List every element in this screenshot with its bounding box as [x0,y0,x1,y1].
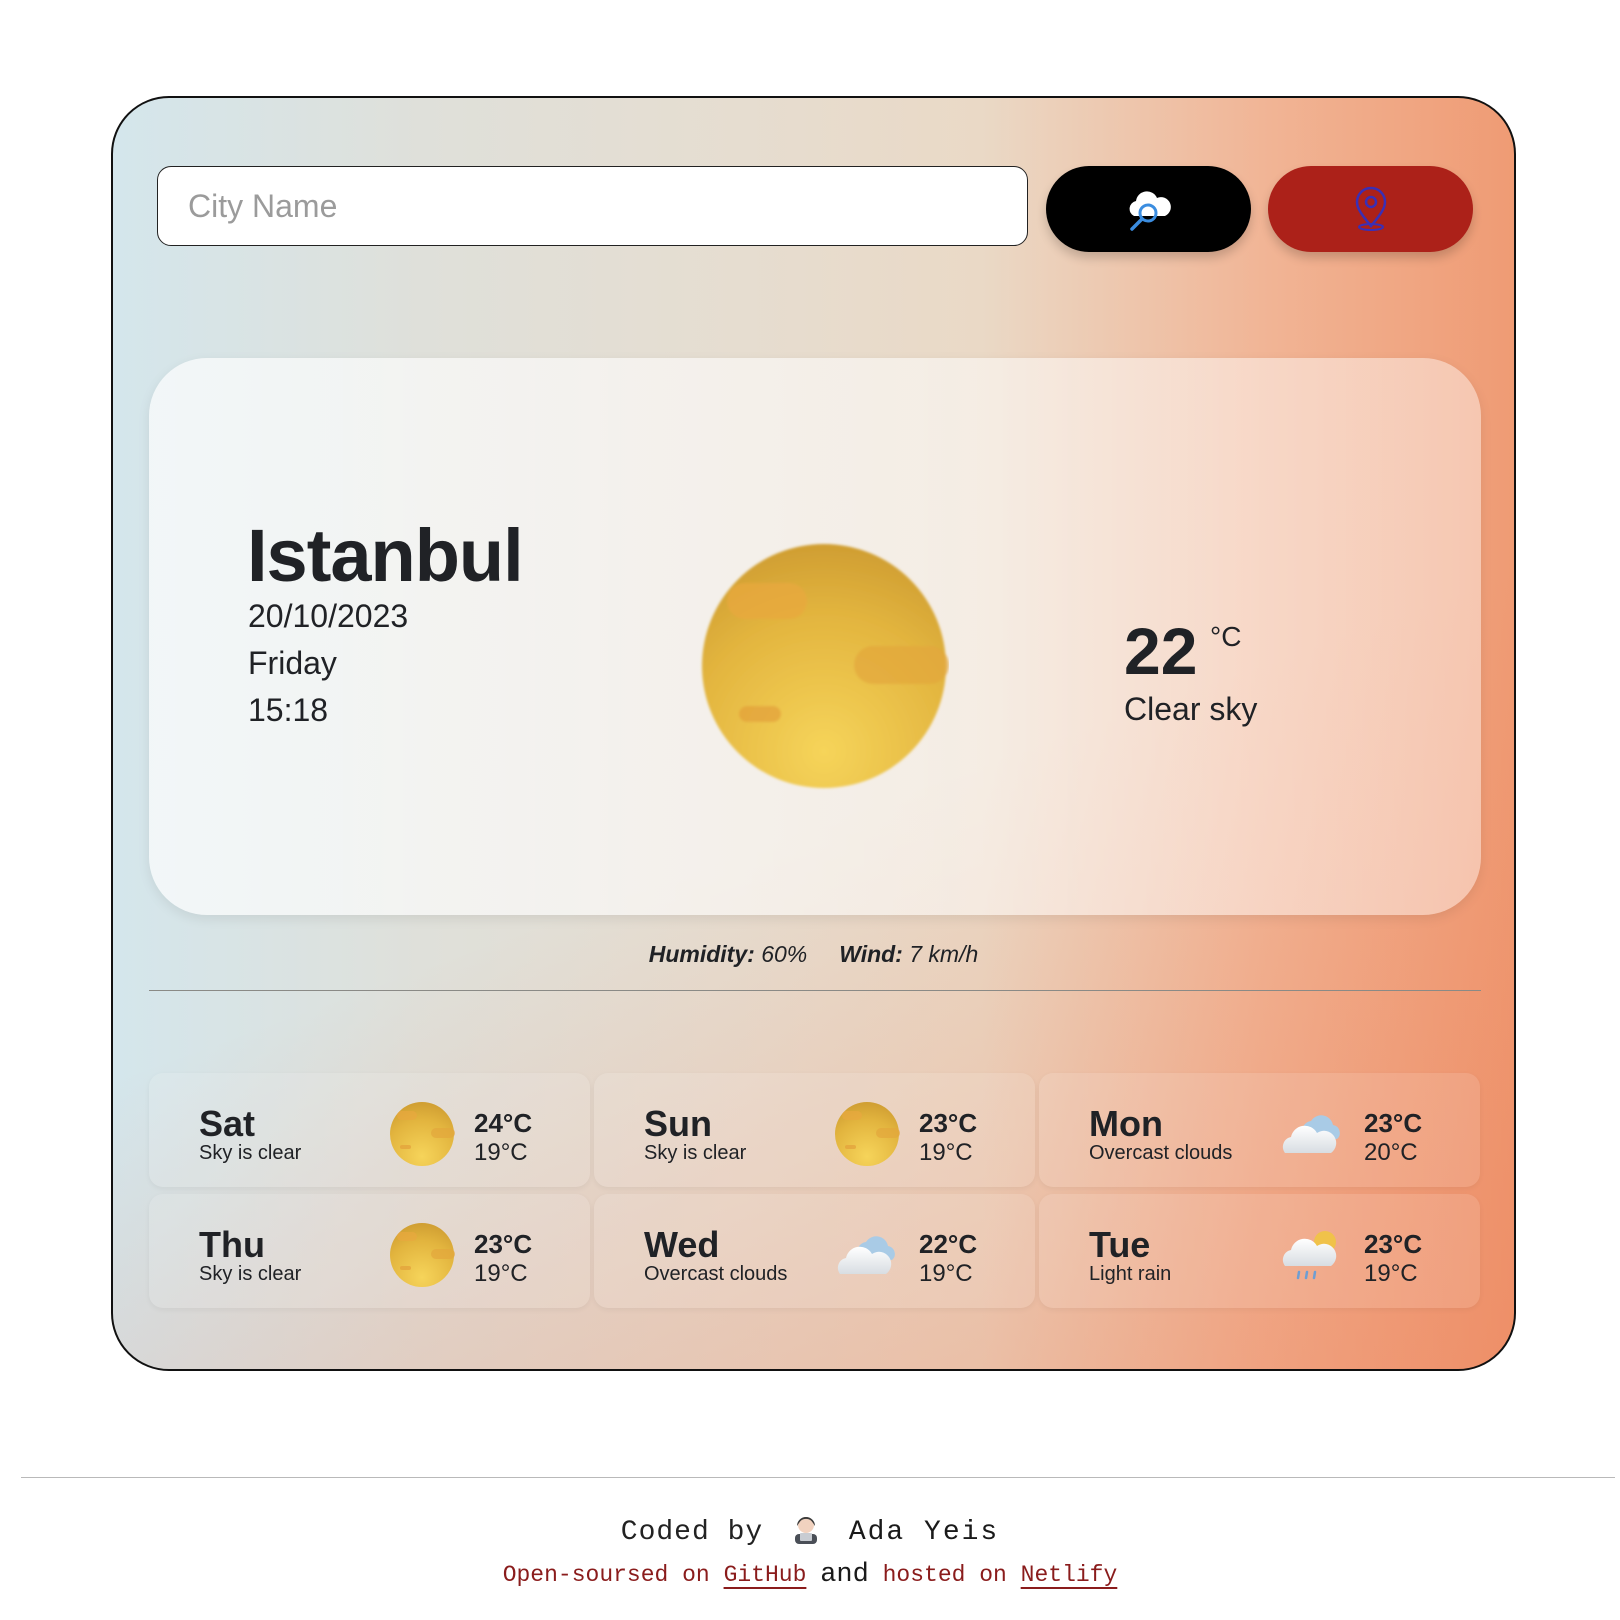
forecast-low: 19°C [474,1139,528,1166]
sun-icon [390,1102,455,1166]
open-sourced-label: Open-soursed on [502,1562,710,1588]
current-date: 20/10/2023 [248,598,409,634]
cloud-search-icon [1129,191,1171,231]
forecast-card: Thu Sky is clear 23°C 19°C [149,1194,590,1308]
current-condition: Clear sky [1124,691,1258,727]
humidity-value: 60% [761,941,808,967]
map-pin-icon [1355,186,1386,231]
weather-app-card: Istanbul 20/10/2023 Friday 15:18 22 °C C… [111,96,1516,1371]
forecast-low: 19°C [1364,1260,1418,1287]
forecast-description: Sky is clear [644,1142,747,1164]
section-divider [149,990,1481,991]
forecast-description: Overcast clouds [1089,1142,1233,1164]
netlify-link[interactable]: Netlify [1021,1562,1118,1588]
sun-icon [835,1102,900,1166]
humidity-label: Humidity: [648,941,755,967]
forecast-low: 20°C [1364,1139,1418,1166]
coded-by-label: Coded by [620,1517,764,1548]
current-temperature: 22 [1124,614,1198,688]
and-label: and [820,1560,869,1590]
footer-credit: Coded by Ada Yeis [0,1514,1620,1548]
rain-cloud-icon [1282,1231,1337,1280]
search-button[interactable] [1046,166,1251,252]
footer-links: Open-soursed on GitHub and hosted on Net… [0,1560,1620,1590]
forecast-high: 23°C [474,1229,533,1259]
forecast-card: Sun Sky is clear 23°C 19°C [594,1073,1035,1187]
wind-value: 7 km/h [909,941,979,967]
author-name: Ada Yeis [848,1517,1000,1548]
forecast-card: Tue Light rain 23°C 19°C [1039,1194,1480,1308]
city-name: Istanbul [247,514,524,597]
forecast-day: Sat [199,1103,256,1144]
forecast-day: Sun [644,1103,712,1144]
forecast-day: Thu [199,1224,265,1265]
current-time: 15:18 [248,692,329,728]
forecast-low: 19°C [919,1260,973,1287]
forecast-low: 19°C [919,1139,973,1166]
current-weather-panel: Istanbul 20/10/2023 Friday 15:18 22 °C C… [149,358,1481,915]
forecast-high: 23°C [919,1108,978,1138]
forecast-high: 23°C [1364,1108,1423,1138]
footer-divider [21,1477,1615,1478]
cloud-icon [837,1236,895,1274]
current-day: Friday [248,645,337,681]
sun-icon [702,544,949,788]
forecast-low: 19°C [474,1260,528,1287]
wind-label: Wind: [839,941,903,967]
forecast-description: Overcast clouds [644,1263,788,1285]
forecast-day: Mon [1089,1103,1163,1144]
forecast-high: 23°C [1364,1229,1423,1259]
forecast-high: 24°C [474,1108,533,1138]
forecast-card: Mon Overcast clouds 23°C 20°C [1039,1073,1480,1187]
forecast-day: Tue [1089,1224,1151,1265]
forecast-description: Sky is clear [199,1142,302,1164]
cloud-icon [1282,1115,1340,1153]
sun-icon [390,1223,455,1287]
forecast-card: Sat Sky is clear 24°C 19°C [149,1073,590,1187]
github-link[interactable]: GitHub [724,1562,807,1588]
weather-details: Humidity: 60% Wind: 7 km/h [113,941,1514,968]
forecast-description: Sky is clear [199,1263,302,1285]
temperature-unit: °C [1210,621,1242,652]
forecast-grid: Sat Sky is clear 24°C 19°C Sun Sky is cl… [149,1073,1481,1313]
current-location-button[interactable] [1268,166,1473,252]
forecast-description: Light rain [1089,1263,1172,1285]
developer-avatar-icon [795,1517,817,1544]
forecast-card: Wed Overcast clouds 22°C 19°C [594,1194,1035,1308]
city-search-input[interactable] [157,166,1028,246]
hosted-label: hosted on [882,1562,1007,1588]
forecast-high: 22°C [919,1229,978,1259]
forecast-day: Wed [644,1224,720,1265]
